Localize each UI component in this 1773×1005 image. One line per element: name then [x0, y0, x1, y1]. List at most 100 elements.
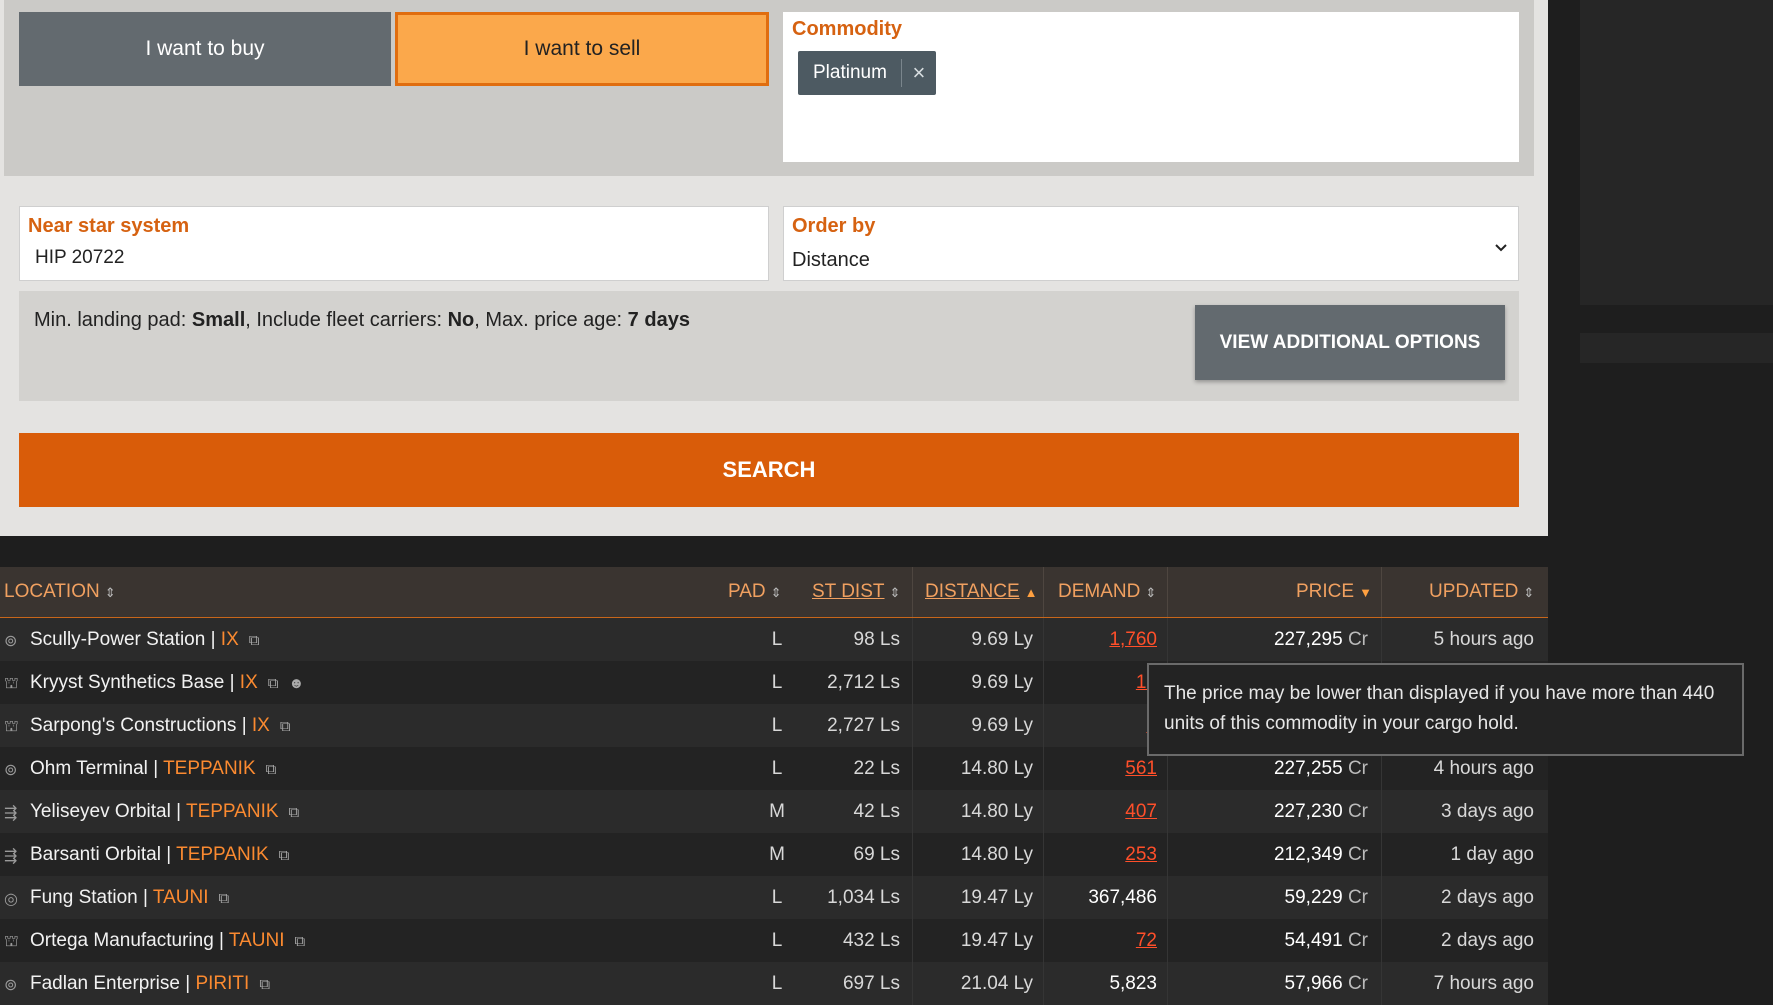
order-by-select[interactable]: Order by Distance	[783, 206, 1519, 281]
location-cell: Ohm Terminal | TEPPANIK ⧉	[30, 758, 277, 779]
table-row[interactable]: ⛫ Ortega Manufacturing | TAUNI ⧉ L 432 Ls 19.…	[0, 919, 1548, 962]
station-link[interactable]: Ohm Terminal	[30, 758, 148, 779]
station-link[interactable]: Fung Station	[30, 887, 138, 908]
st-dist-cell: 2,727 Ls	[827, 715, 900, 736]
system-link[interactable]: IX	[252, 715, 270, 736]
copy-icon[interactable]: ⧉	[259, 976, 270, 993]
copy-icon[interactable]: ⧉	[295, 933, 306, 950]
demand-cell[interactable]: 561	[1060, 758, 1157, 780]
table-row[interactable]: ◎ Fung Station | TAUNI ⧉ L 1,034 Ls 19.47 Ly 3…	[0, 876, 1548, 919]
settlement-icon: ⛫	[4, 675, 19, 692]
system-link[interactable]: TAUNI	[229, 930, 285, 951]
settlement-icon: ⛫	[4, 718, 19, 735]
table-row[interactable]: ⇶ Yeliseyev Orbital | TEPPANIK ⧉ M 42 Ls 14.8…	[0, 790, 1548, 833]
station-link[interactable]: Scully-Power Station	[30, 629, 205, 650]
station-link[interactable]: Fadlan Enterprise	[30, 973, 180, 994]
station-link[interactable]: Kryyst Synthetics Base	[30, 672, 224, 693]
sort-icon: ⇕	[1523, 585, 1535, 600]
system-link[interactable]: TEPPANIK	[186, 801, 279, 822]
copy-icon[interactable]: ⧉	[266, 761, 277, 778]
st-dist-cell: 22 Ls	[853, 758, 900, 779]
header-price[interactable]: PRICE ▼	[1296, 581, 1372, 603]
system-link[interactable]: PIRITI	[195, 973, 249, 994]
system-link[interactable]: IX	[221, 629, 239, 650]
system-link[interactable]: TEPPANIK	[176, 844, 269, 865]
coriolis-icon: ◎	[4, 891, 18, 908]
price-cell: 227,255 Cr	[1273, 758, 1368, 779]
price-cell: 212,349 Cr	[1273, 844, 1368, 865]
search-form: I want to buy I want to sell Commodity P…	[0, 0, 1548, 536]
st-dist-cell: 697 Ls	[842, 973, 900, 994]
updated-cell: 7 hours ago	[1433, 973, 1534, 994]
demand-cell[interactable]: 13	[1060, 672, 1157, 694]
settlement-icon: ⛫	[4, 933, 19, 950]
station-link[interactable]: Ortega Manufacturing	[30, 930, 214, 951]
remove-chip-icon[interactable]: ×	[902, 60, 936, 86]
station-link[interactable]: Yeliseyev Orbital	[30, 801, 171, 822]
system-link[interactable]: TAUNI	[153, 887, 209, 908]
copy-icon[interactable]: ⧉	[280, 718, 291, 735]
copy-icon[interactable]: ⧉	[279, 847, 290, 864]
outpost-icon: ⇶	[4, 805, 18, 822]
distance-cell: 14.80 Ly	[960, 758, 1033, 779]
updated-cell: 2 days ago	[1441, 930, 1534, 951]
copy-icon[interactable]: ⧉	[219, 890, 230, 907]
demand-cell[interactable]: 1,760	[1060, 629, 1157, 651]
updated-cell: 4 hours ago	[1433, 758, 1534, 779]
location-cell: Barsanti Orbital | TEPPANIK ⧉	[30, 844, 290, 865]
demand-cell[interactable]: 367,486	[1060, 887, 1157, 909]
pad-cell: M	[769, 844, 785, 865]
demand-cell[interactable]: 5,823	[1060, 973, 1157, 995]
copy-icon[interactable]: ⧉	[289, 804, 300, 821]
search-button[interactable]: SEARCH	[19, 433, 1519, 507]
header-updated[interactable]: UPDATED ⇕	[1429, 581, 1534, 603]
header-demand[interactable]: DEMAND ⇕	[1058, 581, 1156, 603]
orbis-icon: ⊚	[4, 762, 18, 779]
updated-cell: 5 hours ago	[1433, 629, 1534, 650]
st-dist-cell: 1,034 Ls	[827, 887, 900, 908]
pad-cell: L	[771, 973, 783, 994]
commodity-chip-label: Platinum	[798, 59, 902, 87]
pad-cell: L	[771, 930, 783, 951]
header-st-dist[interactable]: ST DIST ⇕	[812, 581, 900, 603]
system-link[interactable]: TEPPANIK	[163, 758, 256, 779]
orbis-icon: ⊚	[4, 633, 18, 650]
price-cell: 59,229 Cr	[1284, 887, 1368, 908]
location-cell: Fadlan Enterprise | PIRITI ⧉	[30, 973, 271, 994]
distance-cell: 21.04 Ly	[960, 973, 1033, 994]
location-cell: Kryyst Synthetics Base | IX ⧉ ☻	[30, 672, 305, 693]
demand-cell[interactable]: 253	[1060, 844, 1157, 866]
table-row[interactable]: ⊚ Scully-Power Station | IX ⧉ L 98 Ls 9.69 Ly…	[0, 618, 1548, 661]
near-star-system-field[interactable]: Near star system HIP 20722	[19, 206, 769, 281]
pad-cell: L	[771, 715, 783, 736]
table-row[interactable]: ⊚ Fadlan Enterprise | PIRITI ⧉ L 697 Ls 21.04…	[0, 962, 1548, 1005]
header-location[interactable]: LOCATION ⇕	[4, 581, 116, 603]
pad-cell: L	[771, 758, 783, 779]
demand-cell[interactable]: 407	[1060, 801, 1157, 823]
table-row[interactable]: ⇶ Barsanti Orbital | TEPPANIK ⧉ M 69 Ls 14.80…	[0, 833, 1548, 876]
pad-cell: M	[769, 801, 785, 822]
header-pad[interactable]: PAD ⇕	[728, 581, 782, 603]
chevron-down-icon	[1494, 237, 1508, 258]
commodity-field[interactable]: Commodity Platinum ×	[783, 12, 1519, 162]
st-dist-cell: 98 Ls	[853, 629, 900, 650]
sort-icon: ⇕	[889, 585, 901, 600]
demand-cell[interactable]: 72	[1060, 930, 1157, 952]
sell-button[interactable]: I want to sell	[395, 12, 769, 86]
station-link[interactable]: Sarpong's Constructions	[30, 715, 236, 736]
distance-cell: 19.47 Ly	[960, 930, 1033, 951]
near-star-system-input[interactable]: HIP 20722	[35, 247, 124, 269]
distance-cell: 9.69 Ly	[971, 629, 1033, 650]
header-distance[interactable]: DISTANCE ▲	[925, 581, 1038, 603]
copy-icon[interactable]: ⧉	[268, 675, 279, 692]
sort-descending-icon: ▼	[1359, 585, 1372, 600]
view-additional-options-button[interactable]: VIEW ADDITIONAL OPTIONS	[1195, 305, 1505, 380]
system-link[interactable]: IX	[240, 672, 258, 693]
distance-cell: 14.80 Ly	[960, 844, 1033, 865]
st-dist-cell: 432 Ls	[842, 930, 900, 951]
demand-cell[interactable]: 6	[1060, 715, 1157, 737]
pad-cell: L	[771, 672, 783, 693]
copy-icon[interactable]: ⧉	[249, 632, 260, 649]
buy-button[interactable]: I want to buy	[19, 12, 391, 86]
station-link[interactable]: Barsanti Orbital	[30, 844, 161, 865]
